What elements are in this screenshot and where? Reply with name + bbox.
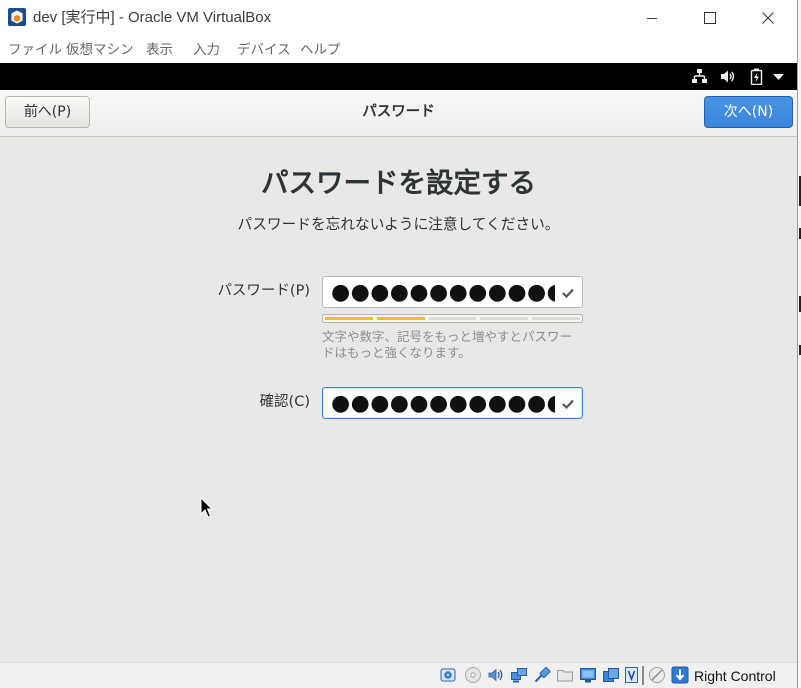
- strength-segment: [376, 317, 425, 320]
- recording-icon[interactable]: [602, 666, 620, 684]
- close-icon: [762, 12, 774, 24]
- window-title: dev [実行中] - Oracle VM VirtualBox: [33, 9, 272, 26]
- menu-bar: ファイル 仮想マシン 表示 入力 デバイス ヘルプ: [0, 36, 797, 63]
- password-input[interactable]: [323, 277, 555, 307]
- strength-segment: [480, 317, 529, 320]
- hard-disk-icon[interactable]: [439, 666, 457, 684]
- menu-input[interactable]: 入力: [193, 41, 220, 59]
- next-button[interactable]: 次へ(N): [704, 96, 793, 128]
- mouse-integration-icon[interactable]: [648, 666, 666, 684]
- strength-segment: [428, 317, 477, 320]
- optical-drive-icon[interactable]: [464, 666, 482, 684]
- usb-icon[interactable]: [533, 666, 551, 684]
- guest-top-bar: [0, 63, 797, 90]
- shared-folders-icon[interactable]: [556, 666, 574, 684]
- close-button[interactable]: [739, 0, 797, 36]
- strength-segment: [532, 317, 580, 320]
- password-field[interactable]: [322, 276, 583, 308]
- confirm-check-icon: [562, 399, 574, 409]
- password-check-icon: [562, 288, 574, 298]
- menu-help[interactable]: ヘルプ: [300, 41, 341, 59]
- volume-icon[interactable]: [720, 69, 735, 84]
- status-bar: Right Control: [0, 662, 797, 688]
- password-strength-meter: [322, 314, 583, 323]
- virtualbox-app-icon[interactable]: [7, 7, 27, 27]
- confirm-label: 確認(C): [259, 394, 310, 410]
- mouse-cursor-icon: [200, 497, 213, 518]
- network-wired-icon[interactable]: [692, 69, 707, 84]
- status-bar-separator: [642, 666, 644, 685]
- maximize-button[interactable]: [681, 0, 739, 36]
- keyboard-capture-icon[interactable]: [671, 666, 689, 684]
- menu-machine[interactable]: 仮想マシン: [66, 41, 134, 59]
- virtualbox-window: dev [実行中] - Oracle VM VirtualBox ファイル 仮想…: [0, 0, 798, 688]
- page-subtitle: パスワードを忘れないように注意してください。: [237, 216, 560, 233]
- display-icon[interactable]: [579, 666, 597, 684]
- menu-file[interactable]: ファイル: [8, 41, 62, 59]
- host-key-label[interactable]: Right Control: [694, 667, 776, 685]
- password-page: パスワードを設定する パスワードを忘れないように注意してください。 パスワード(…: [0, 137, 797, 662]
- setup-header-bar: 前へ(P) パスワード 次へ(N): [0, 90, 797, 137]
- minimize-icon: [647, 18, 657, 19]
- minimize-button[interactable]: [623, 0, 681, 36]
- cpu-virtualization-icon[interactable]: [624, 666, 639, 684]
- menu-view[interactable]: 表示: [146, 41, 173, 59]
- strength-segment: [325, 317, 373, 320]
- network-icon[interactable]: [510, 666, 528, 684]
- system-menu-arrow-icon[interactable]: [773, 74, 784, 80]
- audio-icon[interactable]: [487, 666, 505, 684]
- confirm-field[interactable]: [322, 387, 583, 419]
- page-heading: パスワードを設定する: [261, 167, 536, 199]
- page-title: パスワード: [362, 104, 435, 120]
- password-strength-hint: 文字や数字、記号をもっと増やすとパスワードはもっと強くなります。: [322, 329, 573, 360]
- title-bar[interactable]: dev [実行中] - Oracle VM VirtualBox: [0, 0, 797, 36]
- password-label: パスワード(P): [217, 283, 310, 299]
- battery-icon[interactable]: [750, 68, 763, 85]
- maximize-icon: [704, 12, 716, 24]
- menu-devices[interactable]: デバイス: [237, 41, 291, 59]
- confirm-input[interactable]: [323, 388, 555, 418]
